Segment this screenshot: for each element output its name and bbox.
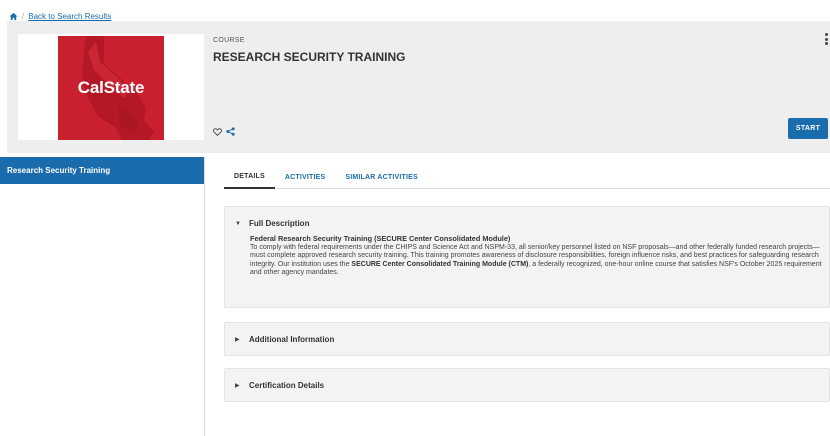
calstate-logo: CalState [58,36,164,140]
certification-details-toggle[interactable]: ▶ Certification Details [235,381,324,390]
home-icon[interactable] [9,12,18,21]
tab-details[interactable]: DETAILS [224,165,275,189]
course-thumbnail: CalState [18,34,204,140]
caret-right-icon: ▶ [235,337,240,343]
description-subheading: Federal Research Security Training (SECU… [250,234,511,243]
section-heading: Certification Details [249,381,325,390]
kebab-menu-icon[interactable] [824,33,828,45]
content-tabs: DETAILS ACTIVITIES SIMILAR ACTIVITIES [224,165,830,189]
course-actions [213,127,235,136]
course-type-label: COURSE [213,37,245,44]
page-title: RESEARCH SECURITY TRAINING [213,50,406,64]
course-header: CalState COURSE RESEARCH SECURITY TRAINI… [7,21,830,153]
certification-details-panel: ▶ Certification Details [224,368,830,402]
logo-text: CalState [77,78,145,97]
sidebar: Research Security Training [0,157,205,436]
caret-down-icon: ▼ [235,220,241,227]
caret-right-icon: ▶ [235,383,240,389]
additional-information-panel: ▶ Additional Information [224,322,830,356]
description-text-bold: SECURE Center Consolidated Training Modu… [351,260,529,268]
full-description-panel: ▼ Full Description Federal Research Secu… [224,206,830,308]
description-text: Federal Research Security Training (SECU… [250,234,825,278]
heart-icon[interactable] [213,127,222,136]
additional-information-toggle[interactable]: ▶ Additional Information [235,335,334,344]
tab-activities[interactable]: ACTIVITIES [275,165,336,189]
tab-similar-activities[interactable]: SIMILAR ACTIVITIES [335,165,428,189]
full-description-toggle[interactable]: ▼ Full Description [235,219,309,228]
share-icon[interactable] [226,127,235,136]
start-button[interactable]: START [788,118,828,139]
sidebar-item-label: Research Security Training [7,166,111,175]
section-heading: Additional Information [249,335,335,344]
section-heading: Full Description [249,219,310,228]
sidebar-item-research-security-training[interactable]: Research Security Training [0,157,204,184]
back-to-search-results-link[interactable]: Back to Search Results [28,12,111,21]
breadcrumb-separator: / [22,11,25,21]
